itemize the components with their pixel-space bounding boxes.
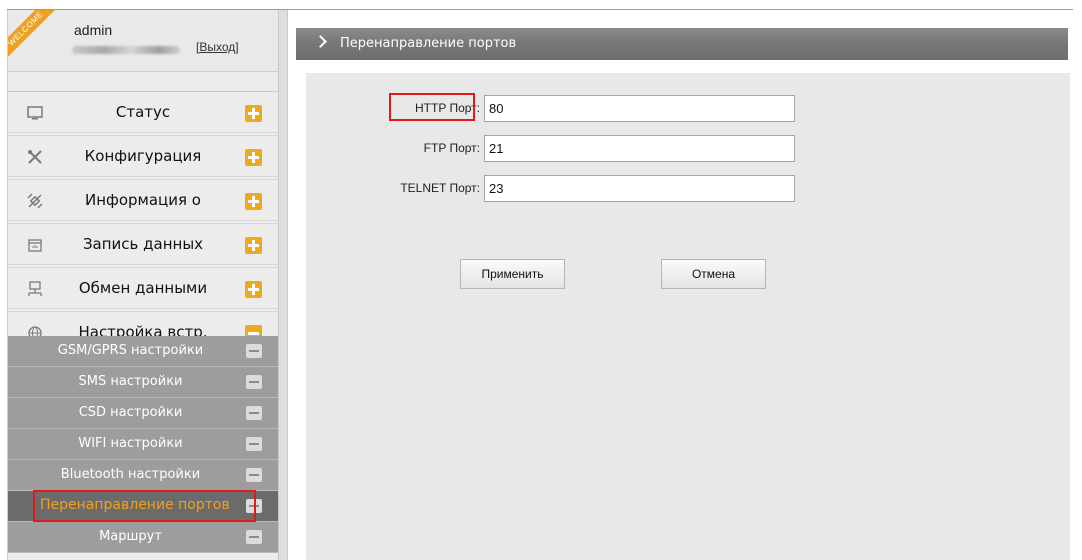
telnet-port-label: TELNET Порт: bbox=[400, 181, 480, 195]
submenu-item-bluetooth[interactable]: Bluetooth настройки bbox=[8, 460, 279, 491]
redacted-user-id bbox=[72, 46, 180, 54]
submenu-item-label: SMS настройки bbox=[78, 374, 183, 389]
minus-icon[interactable] bbox=[246, 406, 262, 420]
submenu-item-gsm-gprs[interactable]: GSM/GPRS настройки bbox=[8, 336, 279, 367]
menu-item-label: Запись данных bbox=[82, 235, 204, 253]
username: admin bbox=[74, 22, 113, 38]
telnet-port-row: TELNET Порт: bbox=[306, 173, 1070, 203]
menu-item-label: Конфигурация bbox=[84, 147, 202, 165]
expand-plus-icon[interactable] bbox=[245, 237, 262, 254]
user-panel: WELCOME admin [Выход] bbox=[8, 10, 279, 72]
menu-item-label: Статус bbox=[115, 103, 171, 121]
submenu-item-label: Bluetooth настройки bbox=[60, 467, 201, 482]
monitor-icon bbox=[26, 104, 44, 122]
minus-icon[interactable] bbox=[246, 437, 262, 451]
content-panel: HTTP Порт: FTP Порт: TELNET Порт: Примен… bbox=[306, 73, 1070, 560]
menu-item-data-exchange[interactable]: Обмен данными bbox=[8, 267, 279, 309]
network-icon bbox=[26, 280, 44, 298]
satellite-icon bbox=[26, 192, 44, 210]
submenu-item-label: GSM/GPRS настройки bbox=[57, 343, 204, 358]
logout-link[interactable]: [Выход] bbox=[196, 40, 239, 54]
tools-icon bbox=[26, 148, 44, 166]
ftp-port-input[interactable] bbox=[484, 135, 795, 162]
submenu-item-wifi[interactable]: WIFI настройки bbox=[8, 429, 279, 460]
menu-item-label: Информация о bbox=[85, 191, 201, 209]
menu-item-information[interactable]: Информация о bbox=[8, 179, 279, 221]
minus-icon[interactable] bbox=[246, 344, 262, 358]
expand-plus-icon[interactable] bbox=[245, 193, 262, 210]
apply-button[interactable]: Применить bbox=[460, 259, 565, 289]
submenu-item-label: Маршрут bbox=[99, 529, 162, 544]
submenu-item-sms[interactable]: SMS настройки bbox=[8, 367, 279, 398]
highlight-port-forwarding bbox=[33, 490, 256, 522]
submenu-item-route[interactable]: Маршрут bbox=[8, 522, 279, 553]
minus-icon[interactable] bbox=[246, 468, 262, 482]
expand-plus-icon[interactable] bbox=[245, 281, 262, 298]
welcome-ribbon: WELCOME bbox=[8, 10, 57, 60]
minus-icon[interactable] bbox=[246, 530, 262, 544]
menu-item-configuration[interactable]: Конфигурация bbox=[8, 135, 279, 177]
minus-icon[interactable] bbox=[246, 375, 262, 389]
submenu-item-label: WIFI настройки bbox=[78, 436, 183, 451]
menu-item-status[interactable]: Статус bbox=[8, 91, 279, 133]
cancel-button[interactable]: Отмена bbox=[661, 259, 766, 289]
page-title-bar: Перенаправление портов bbox=[296, 28, 1068, 60]
calendar-icon bbox=[26, 236, 44, 254]
ftp-port-row: FTP Порт: bbox=[306, 133, 1070, 163]
expand-plus-icon[interactable] bbox=[245, 105, 262, 122]
main-menu: Статус Конфигурация Информация о Запись … bbox=[8, 91, 279, 355]
ftp-port-label: FTP Порт: bbox=[423, 141, 480, 155]
submenu-item-csd[interactable]: CSD настройки bbox=[8, 398, 279, 429]
telnet-port-input[interactable] bbox=[484, 175, 795, 202]
panel-divider bbox=[278, 10, 288, 560]
menu-item-label: Обмен данными bbox=[78, 279, 208, 297]
http-port-input[interactable] bbox=[484, 95, 795, 122]
highlight-http-label bbox=[389, 93, 475, 121]
menu-item-data-recording[interactable]: Запись данных bbox=[8, 223, 279, 265]
sidebar: WELCOME admin [Выход] Статус Конфигураци… bbox=[7, 10, 279, 560]
chevron-right-icon bbox=[314, 35, 327, 48]
expand-plus-icon[interactable] bbox=[245, 149, 262, 166]
page-title: Перенаправление портов bbox=[340, 36, 517, 51]
submenu-item-label: CSD настройки bbox=[78, 405, 183, 420]
